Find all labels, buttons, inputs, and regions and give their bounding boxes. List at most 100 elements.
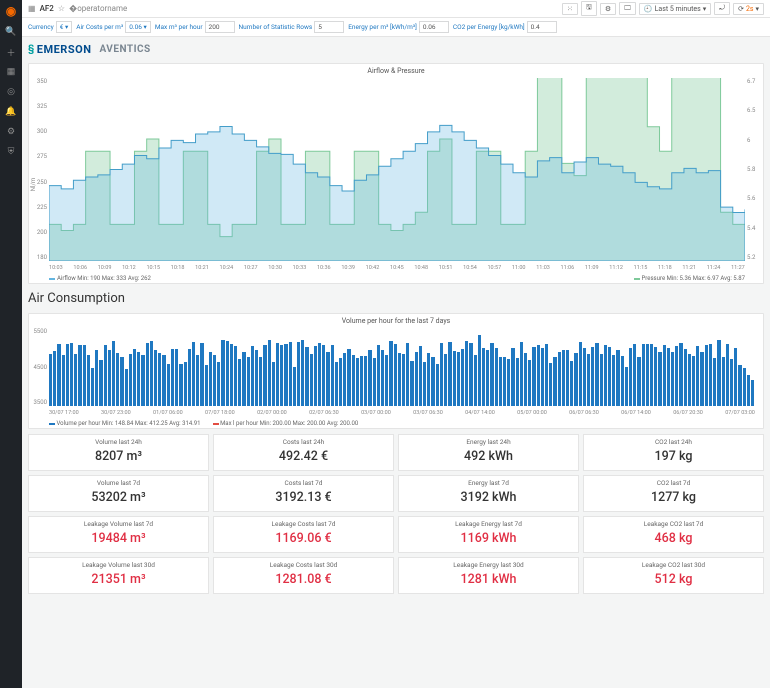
stat-panel[interactable]: Volume last 24h8207 m³ bbox=[28, 434, 209, 471]
bar bbox=[595, 343, 598, 406]
refresh-button[interactable]: ⟳ 2s ▾ bbox=[733, 3, 764, 15]
settings-button[interactable]: ⚙ bbox=[600, 3, 616, 15]
bar bbox=[671, 352, 674, 406]
save-button[interactable]: 🖫 bbox=[581, 1, 597, 16]
time-range-picker[interactable]: 🕘 Last 5 minutes ▾ bbox=[639, 3, 711, 15]
bar bbox=[696, 346, 699, 406]
stat-panel[interactable]: Leakage Volume last 30d21351 m³ bbox=[28, 557, 209, 594]
bar bbox=[684, 349, 687, 406]
bar bbox=[293, 367, 296, 406]
bar bbox=[587, 354, 590, 406]
bar bbox=[301, 340, 304, 406]
stat-panel[interactable]: Leakage CO2 last 30d512 kg bbox=[583, 557, 764, 594]
bar bbox=[108, 350, 111, 406]
stat-title: Leakage CO2 last 7d bbox=[584, 520, 763, 528]
bar bbox=[133, 349, 136, 406]
stat-value: 3192.13 € bbox=[214, 490, 393, 505]
bar bbox=[179, 364, 182, 406]
bar bbox=[692, 356, 695, 406]
bar bbox=[453, 351, 456, 406]
bar bbox=[343, 353, 346, 406]
tv-button[interactable]: 🖵 bbox=[619, 2, 636, 15]
config-icon[interactable]: ⚙ bbox=[5, 126, 17, 138]
bar bbox=[427, 353, 430, 406]
search-icon[interactable]: 🔍 bbox=[5, 26, 17, 38]
bar bbox=[368, 350, 371, 406]
bar bbox=[146, 343, 149, 406]
bar bbox=[642, 344, 645, 406]
chart-airflow-pressure[interactable]: 350325300275250225200180 Nl/m 6.76.565.8… bbox=[29, 78, 763, 283]
share-icon[interactable]: �operatorname bbox=[69, 4, 127, 13]
explore-icon[interactable]: ◎ bbox=[5, 86, 17, 98]
variable-input[interactable]: 0.06 bbox=[419, 21, 449, 33]
zoom-out-button[interactable]: ⤾ bbox=[714, 2, 730, 15]
nav-sidebar: ◉ 🔍 ＋ ▦ ◎ 🔔 ⚙ ⛨ bbox=[0, 0, 22, 688]
legend-volume[interactable]: Volume per hour Min: 148.84 Max: 412.25 … bbox=[49, 420, 201, 427]
variable-select[interactable]: € ▾ bbox=[56, 21, 73, 33]
stat-title: Leakage CO2 last 30d bbox=[584, 561, 763, 569]
stat-panel[interactable]: Leakage CO2 last 7d468 kg bbox=[583, 516, 764, 553]
variable-input[interactable]: 200 bbox=[205, 21, 235, 33]
star-icon[interactable]: ☆ bbox=[58, 4, 65, 13]
bar bbox=[268, 340, 271, 406]
bar bbox=[385, 355, 388, 406]
legend-airflow[interactable]: Airflow Min: 190 Max: 333 Avg: 262 bbox=[49, 275, 151, 282]
stat-value: 3192 kWh bbox=[399, 490, 578, 505]
bar bbox=[162, 355, 165, 406]
chart-legend: Airflow Min: 190 Max: 333 Avg: 262 Press… bbox=[49, 275, 745, 282]
stat-panel[interactable]: CO2 last 7d1277 kg bbox=[583, 475, 764, 512]
stat-panel[interactable]: Leakage Volume last 7d19484 m³ bbox=[28, 516, 209, 553]
bar bbox=[591, 347, 594, 406]
bar bbox=[389, 341, 392, 406]
stat-panel[interactable]: Leakage Costs last 30d1281.08 € bbox=[213, 557, 394, 594]
variable-input[interactable]: 5 bbox=[314, 21, 344, 33]
y-axis-label: Nl/m bbox=[30, 177, 37, 190]
stat-panel[interactable]: Leakage Energy last 7d1169 kWh bbox=[398, 516, 579, 553]
bar bbox=[120, 357, 123, 406]
alerting-icon[interactable]: 🔔 bbox=[5, 106, 17, 118]
stat-grid: Volume last 24h8207 m³Costs last 24h492.… bbox=[28, 434, 764, 594]
bar bbox=[722, 357, 725, 406]
stat-value: 197 kg bbox=[584, 449, 763, 464]
chart-volume[interactable]: 550045003500 30/07 17:0030/07 23:0001/07… bbox=[29, 328, 763, 428]
grafana-logo-icon[interactable]: ◉ bbox=[4, 4, 18, 18]
bar bbox=[352, 355, 355, 406]
shield-icon[interactable]: ⛨ bbox=[5, 146, 17, 158]
legend-max[interactable]: Max l per hour Min: 200.00 Max: 200.00 A… bbox=[213, 420, 359, 427]
add-panel-button[interactable]: ⁙ bbox=[562, 3, 578, 15]
bar bbox=[62, 355, 65, 406]
y-axis-right: 6.76.565.85.65.45.2 bbox=[747, 78, 761, 261]
stat-value: 1281 kWh bbox=[399, 572, 578, 587]
variable-label: CO2 per Energy [kg/kWh] bbox=[453, 23, 525, 31]
bar bbox=[751, 380, 754, 406]
bar bbox=[688, 354, 691, 406]
stat-panel[interactable]: Energy last 7d3192 kWh bbox=[398, 475, 579, 512]
stat-panel[interactable]: Costs last 7d3192.13 € bbox=[213, 475, 394, 512]
panel-icon: ▦ bbox=[28, 4, 36, 13]
bar bbox=[583, 348, 586, 406]
legend-pressure[interactable]: Pressure Min: 5.36 Max: 6.97 Avg: 5.87 bbox=[634, 275, 745, 282]
bar bbox=[280, 345, 283, 406]
stat-panel[interactable]: CO2 last 24h197 kg bbox=[583, 434, 764, 471]
bar bbox=[541, 348, 544, 406]
bar bbox=[629, 348, 632, 406]
stat-panel[interactable]: Volume last 7d53202 m³ bbox=[28, 475, 209, 512]
stat-panel[interactable]: Leakage Costs last 7d1169.06 € bbox=[213, 516, 394, 553]
bar bbox=[314, 346, 317, 406]
variable-input[interactable]: 0.4 bbox=[527, 21, 557, 33]
bar bbox=[137, 352, 140, 406]
stat-panel[interactable]: Leakage Energy last 30d1281 kWh bbox=[398, 557, 579, 594]
variable-select[interactable]: 0.06 ▾ bbox=[125, 21, 151, 33]
variable-bar: Currency€ ▾Air Costs per m³0.06 ▾Max m³ … bbox=[22, 18, 770, 37]
bar bbox=[608, 347, 611, 406]
bar bbox=[373, 358, 376, 406]
stat-panel[interactable]: Energy last 24h492 kWh bbox=[398, 434, 579, 471]
bar bbox=[675, 346, 678, 406]
bar bbox=[263, 345, 266, 406]
dashboards-icon[interactable]: ▦ bbox=[5, 66, 17, 78]
stat-title: Leakage Energy last 7d bbox=[399, 520, 578, 528]
y-axis-left: 550045003500 bbox=[31, 328, 47, 406]
refresh-interval-label: 2s bbox=[746, 5, 754, 13]
plus-icon[interactable]: ＋ bbox=[5, 46, 17, 58]
stat-panel[interactable]: Costs last 24h492.42 € bbox=[213, 434, 394, 471]
